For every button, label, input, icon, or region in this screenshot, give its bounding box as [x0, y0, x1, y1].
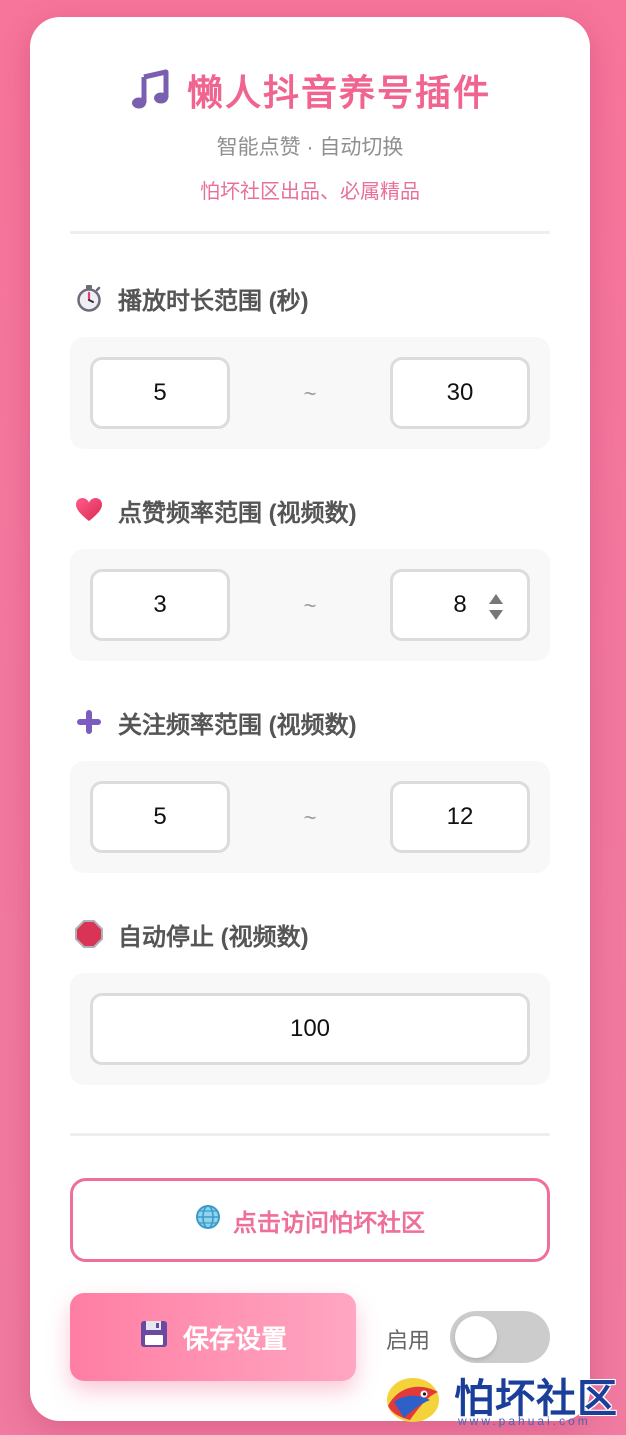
- visit-community-label: 点击访问怕坏社区: [233, 1209, 425, 1237]
- follow-frequency-range: 5 ~ 12: [70, 761, 550, 873]
- like-frequency-range: 3 ~ 8: [70, 549, 550, 661]
- stopwatch-icon: [74, 283, 104, 313]
- stop-sign-icon: [74, 919, 104, 949]
- floppy-disk-icon: [139, 1319, 169, 1356]
- save-settings-button[interactable]: 保存设置: [70, 1293, 356, 1381]
- watermark-url: www.pahuai.com: [458, 1414, 591, 1428]
- enable-label: 启用: [386, 1328, 431, 1353]
- follow-frequency-max-input[interactable]: 12: [390, 781, 530, 853]
- section-title: 播放时长范围 (秒): [118, 287, 309, 315]
- save-settings-label: 保存设置: [182, 1323, 287, 1354]
- auto-stop-box: 100: [70, 973, 550, 1085]
- play-duration-label: 播放时长范围 (秒): [74, 282, 309, 315]
- auto-stop-label: 自动停止 (视频数): [74, 918, 309, 951]
- spinner-down-icon[interactable]: [489, 610, 503, 620]
- toggle-knob[interactable]: [455, 1316, 497, 1358]
- header: 懒人抖音养号插件: [30, 65, 590, 115]
- section-title: 点赞频率范围 (视频数): [118, 499, 357, 527]
- visit-community-button[interactable]: 点击访问怕坏社区: [70, 1178, 550, 1262]
- section-title: 自动停止 (视频数): [118, 923, 309, 951]
- play-duration-max-input[interactable]: 30: [390, 357, 530, 429]
- spinner-up-icon[interactable]: [489, 594, 503, 604]
- like-frequency-max-value: 8: [453, 591, 467, 618]
- settings-card: 懒人抖音养号插件 智能点赞 · 自动切换 怕坏社区出品、必属精品 播放时长范围 …: [30, 17, 590, 1421]
- globe-icon: [195, 1204, 221, 1237]
- header-divider: [70, 231, 550, 234]
- fish-logo-icon: [387, 1378, 439, 1422]
- music-note-icon: [129, 68, 173, 112]
- follow-frequency-label: 关注频率范围 (视频数): [74, 706, 357, 739]
- page-subtitle: 智能点赞 · 自动切换: [216, 136, 404, 159]
- play-duration-range: 5 ~ 30: [70, 337, 550, 449]
- like-frequency-max-input[interactable]: 8: [390, 569, 530, 641]
- plus-icon: [74, 707, 104, 737]
- section-title: 关注频率范围 (视频数): [118, 711, 357, 739]
- like-frequency-label: 点赞频率范围 (视频数): [74, 494, 357, 527]
- watermark: 怕坏社区 www.pahuai.com: [380, 1364, 620, 1432]
- enable-toggle[interactable]: [450, 1311, 550, 1363]
- heart-icon: [74, 495, 104, 525]
- auto-stop-input[interactable]: 100: [90, 993, 530, 1065]
- actions-divider: [70, 1133, 550, 1136]
- page-title: 懒人抖音养号插件: [186, 72, 491, 113]
- number-spinner[interactable]: [489, 594, 503, 620]
- page-tagline: 怕坏社区出品、必属精品: [200, 181, 420, 203]
